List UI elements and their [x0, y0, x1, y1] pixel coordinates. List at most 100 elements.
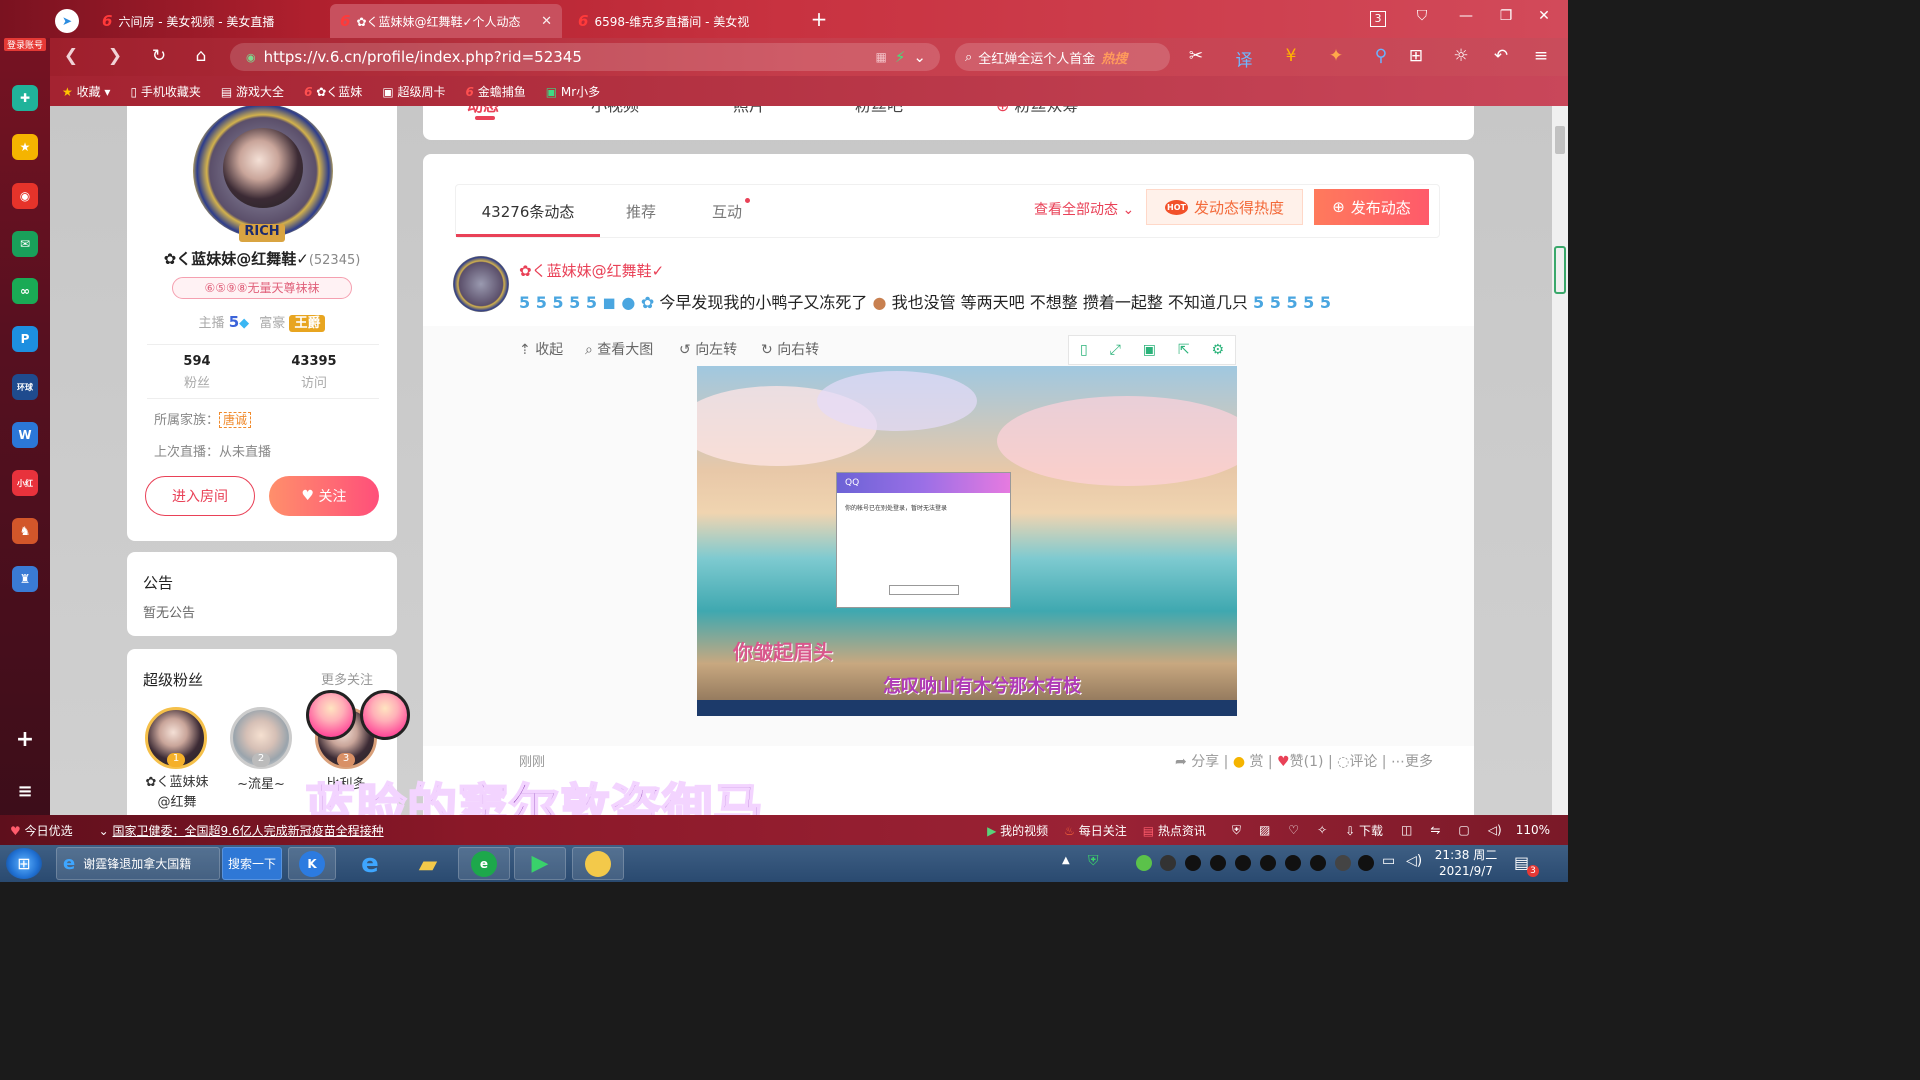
- follow-button[interactable]: ♥ 关注: [269, 476, 379, 516]
- refresh-icon[interactable]: ↻: [148, 46, 170, 66]
- dropdown-chevron-icon[interactable]: ⌄: [913, 48, 926, 66]
- home-icon[interactable]: ⌂: [190, 46, 212, 66]
- bookmark-weekly-card[interactable]: ▣ 超级周卡: [382, 83, 445, 100]
- start-button[interactable]: ⊞: [6, 848, 42, 879]
- clock[interactable]: 21:38 周二 2021/9/7: [1432, 847, 1500, 879]
- view-all-dropdown[interactable]: 查看全部动态 ⌄: [1034, 199, 1134, 219]
- add-sidebar-icon[interactable]: +: [12, 726, 38, 752]
- zoom-level[interactable]: 110%: [1516, 823, 1550, 837]
- xiaohongshu-icon[interactable]: 小红: [12, 470, 38, 496]
- qq-tray-icon[interactable]: [1358, 855, 1374, 871]
- topnav-videos[interactable]: 小视频: [591, 106, 639, 116]
- restore-button[interactable]: ❐: [1494, 8, 1518, 24]
- tray-expand-icon[interactable]: ▲: [1062, 855, 1070, 866]
- close-tab-icon[interactable]: ✕: [541, 14, 552, 29]
- apps-grid-icon[interactable]: ⊞: [1405, 46, 1427, 66]
- tab-interact[interactable]: 互动: [689, 184, 765, 238]
- tab-all-dynamics[interactable]: 43276条动态: [456, 184, 600, 238]
- favorites-star-icon[interactable]: ★: [12, 134, 38, 160]
- address-bar[interactable]: ◉ https://v.6.cn/profile/index.php?rid=5…: [230, 43, 940, 71]
- reward-button[interactable]: ● 赏: [1233, 754, 1264, 770]
- page-scrollbar[interactable]: [1552, 106, 1568, 815]
- window-icon[interactable]: ▢: [1458, 823, 1469, 837]
- back-icon[interactable]: ❮: [60, 46, 82, 66]
- image-icon[interactable]: ▨: [1259, 823, 1270, 837]
- post-author-name[interactable]: ✿く蓝妹妹@红舞鞋✓: [519, 260, 664, 281]
- bookmark-favorites[interactable]: ★ 收藏 ▾: [62, 83, 110, 100]
- volume-icon[interactable]: ◁): [1488, 823, 1502, 837]
- share-out-icon[interactable]: ⇱: [1178, 342, 1190, 358]
- publish-button[interactable]: ⊕ 发布动态: [1314, 189, 1429, 225]
- topnav-photos[interactable]: 照片: [733, 106, 765, 116]
- coin-icon[interactable]: ¥: [1280, 46, 1302, 66]
- volume-tray-icon[interactable]: ◁): [1406, 853, 1422, 869]
- weibo-icon[interactable]: ◉: [12, 183, 38, 209]
- magnifier-icon[interactable]: ⚲: [1370, 46, 1392, 66]
- search-box[interactable]: ⌕ 全红婵全运个人首金 热搜: [955, 43, 1170, 71]
- heart-outline-icon[interactable]: ♡: [1288, 823, 1299, 837]
- rotate-left-button[interactable]: ↺ 向左转: [679, 339, 737, 359]
- bookmark-mrxiaoduo[interactable]: ▣ Mr小多: [546, 83, 600, 100]
- word-doc-icon[interactable]: W: [12, 422, 38, 448]
- bookmark-lanmeimei[interactable]: 6 ✿く蓝妹: [304, 83, 362, 100]
- taskbar-k-app[interactable]: K: [288, 847, 336, 880]
- fullscreen-icon[interactable]: ⤢: [1110, 342, 1121, 358]
- scissors-icon[interactable]: ✂: [1185, 46, 1207, 66]
- qq-tray-icon[interactable]: [1235, 855, 1251, 871]
- pin-tab[interactable]: ➤: [52, 4, 82, 38]
- save-icon[interactable]: ▣: [1143, 342, 1156, 358]
- post-image[interactable]: QQ 你的帐号已在别处登录，暂时无法登录 你皱起眉头 怎叹呐山有木兮那木有枝: [697, 366, 1237, 716]
- fan-name[interactable]: ~流星~: [223, 773, 299, 792]
- enter-room-button[interactable]: 进入房间: [145, 476, 255, 516]
- tab-count-badge[interactable]: 3: [1370, 11, 1386, 27]
- rotate-right-button[interactable]: ↻ 向右转: [761, 339, 819, 359]
- qq-tray-icon[interactable]: [1310, 855, 1326, 871]
- view-large-button[interactable]: ⌕ 查看大图: [585, 339, 653, 359]
- taskbar-explorer[interactable]: ▰: [402, 847, 454, 880]
- skin-icon[interactable]: ⛉: [1410, 8, 1434, 24]
- news-app-icon[interactable]: 环球: [12, 374, 38, 400]
- share-button[interactable]: ➦ 分享: [1175, 754, 1219, 770]
- sidebar-menu-icon[interactable]: ≡: [12, 778, 38, 804]
- hot-button[interactable]: HOT 发动态得热度: [1146, 189, 1303, 225]
- topnav-dynamics[interactable]: 动态: [467, 106, 499, 116]
- settings-gear-icon[interactable]: ⚙: [1211, 342, 1224, 358]
- mail-icon[interactable]: ✉: [12, 231, 38, 257]
- brightness-icon[interactable]: ☼: [1450, 46, 1472, 66]
- scrollbar-thumb[interactable]: [1555, 126, 1565, 154]
- tab-profile[interactable]: 6 ✿く蓝妹妹@红舞鞋✓个人动态 ✕: [330, 4, 562, 38]
- today-picks[interactable]: ♥ 今日优选: [10, 822, 73, 839]
- tab-weikeduo[interactable]: 6 6598-维克多直播间 - 美女视: [568, 4, 800, 38]
- network-icon[interactable]: ▭: [1382, 853, 1395, 869]
- family-badge[interactable]: 唐诚: [219, 412, 252, 428]
- qq-tray-icon[interactable]: [1260, 855, 1276, 871]
- url-text[interactable]: https://v.6.cn/profile/index.php?rid=523…: [264, 48, 582, 66]
- shield-tray-icon[interactable]: ⛨: [1088, 853, 1099, 869]
- taskbar-browser[interactable]: e: [458, 847, 510, 880]
- new-tab-button[interactable]: +: [808, 7, 830, 31]
- tray-app-icon[interactable]: [1160, 855, 1176, 871]
- gamepad-icon[interactable]: ✦: [1325, 46, 1347, 66]
- speed-icon[interactable]: ⚡: [895, 48, 906, 66]
- ipad-app-icon[interactable]: P: [12, 326, 38, 352]
- qq-tray-icon[interactable]: [1285, 855, 1301, 871]
- download[interactable]: ⇩ 下载: [1345, 822, 1383, 839]
- comment-button[interactable]: ◌评论: [1337, 754, 1377, 770]
- taskbar-search-button[interactable]: 搜索一下: [222, 847, 282, 880]
- menu-icon[interactable]: ≡: [1530, 46, 1552, 66]
- qq-tray-icon[interactable]: [1185, 855, 1201, 871]
- my-videos[interactable]: ▶ 我的视频: [987, 822, 1048, 839]
- sync-icon[interactable]: ⇋: [1430, 823, 1440, 837]
- close-window-button[interactable]: ✕: [1532, 8, 1556, 24]
- topnav-fanclub[interactable]: 粉丝吧: [855, 106, 903, 116]
- post-author-avatar[interactable]: [453, 256, 509, 312]
- clean-icon[interactable]: ✧: [1317, 823, 1327, 837]
- bookmark-games[interactable]: ▤ 游戏大全: [221, 83, 284, 100]
- undo-icon[interactable]: ↶: [1490, 46, 1512, 66]
- login-account-label[interactable]: 登录账号: [4, 38, 46, 51]
- topnav-crowdfund[interactable]: ⊕ 粉丝众筹: [996, 106, 1079, 116]
- tab-liujianfang[interactable]: 6 六间房 - 美女视频 - 美女直播: [92, 4, 327, 38]
- taskbar-ie[interactable]: e: [344, 847, 396, 880]
- minimize-button[interactable]: —: [1454, 8, 1478, 24]
- news-ticker[interactable]: ⌄ 国家卫健委：全国超9.6亿人完成新冠疫苗全程接种: [99, 822, 384, 839]
